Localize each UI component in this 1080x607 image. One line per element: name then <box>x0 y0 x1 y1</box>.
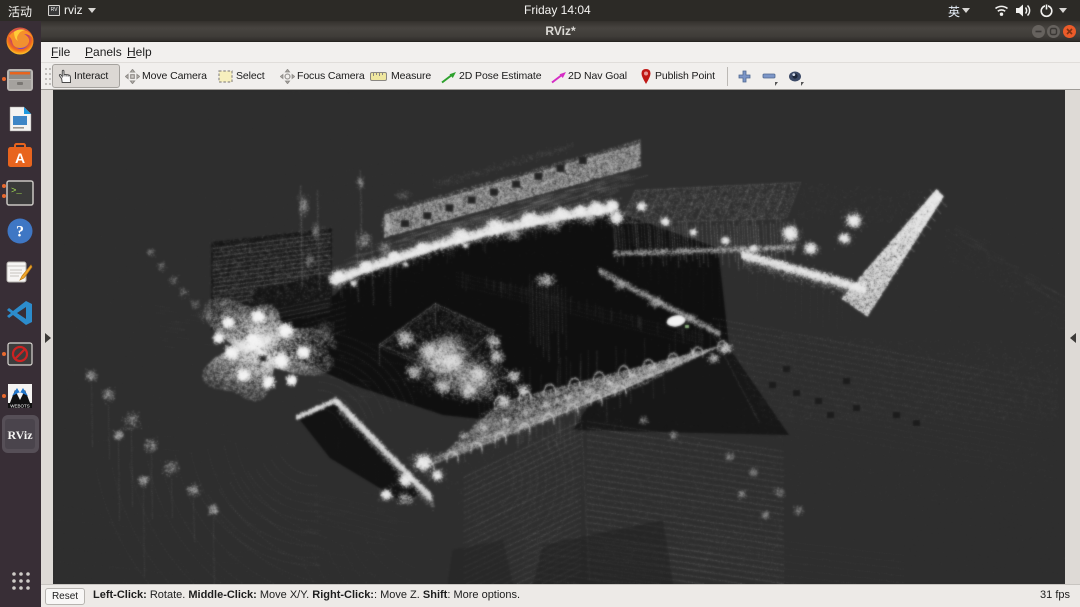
svg-text:RViz: RViz <box>7 428 33 442</box>
svg-text:?: ? <box>16 224 24 241</box>
svg-text:A: A <box>15 150 25 166</box>
svg-text:WEBOTS: WEBOTS <box>10 404 30 409</box>
svg-text:>_: >_ <box>11 186 22 196</box>
